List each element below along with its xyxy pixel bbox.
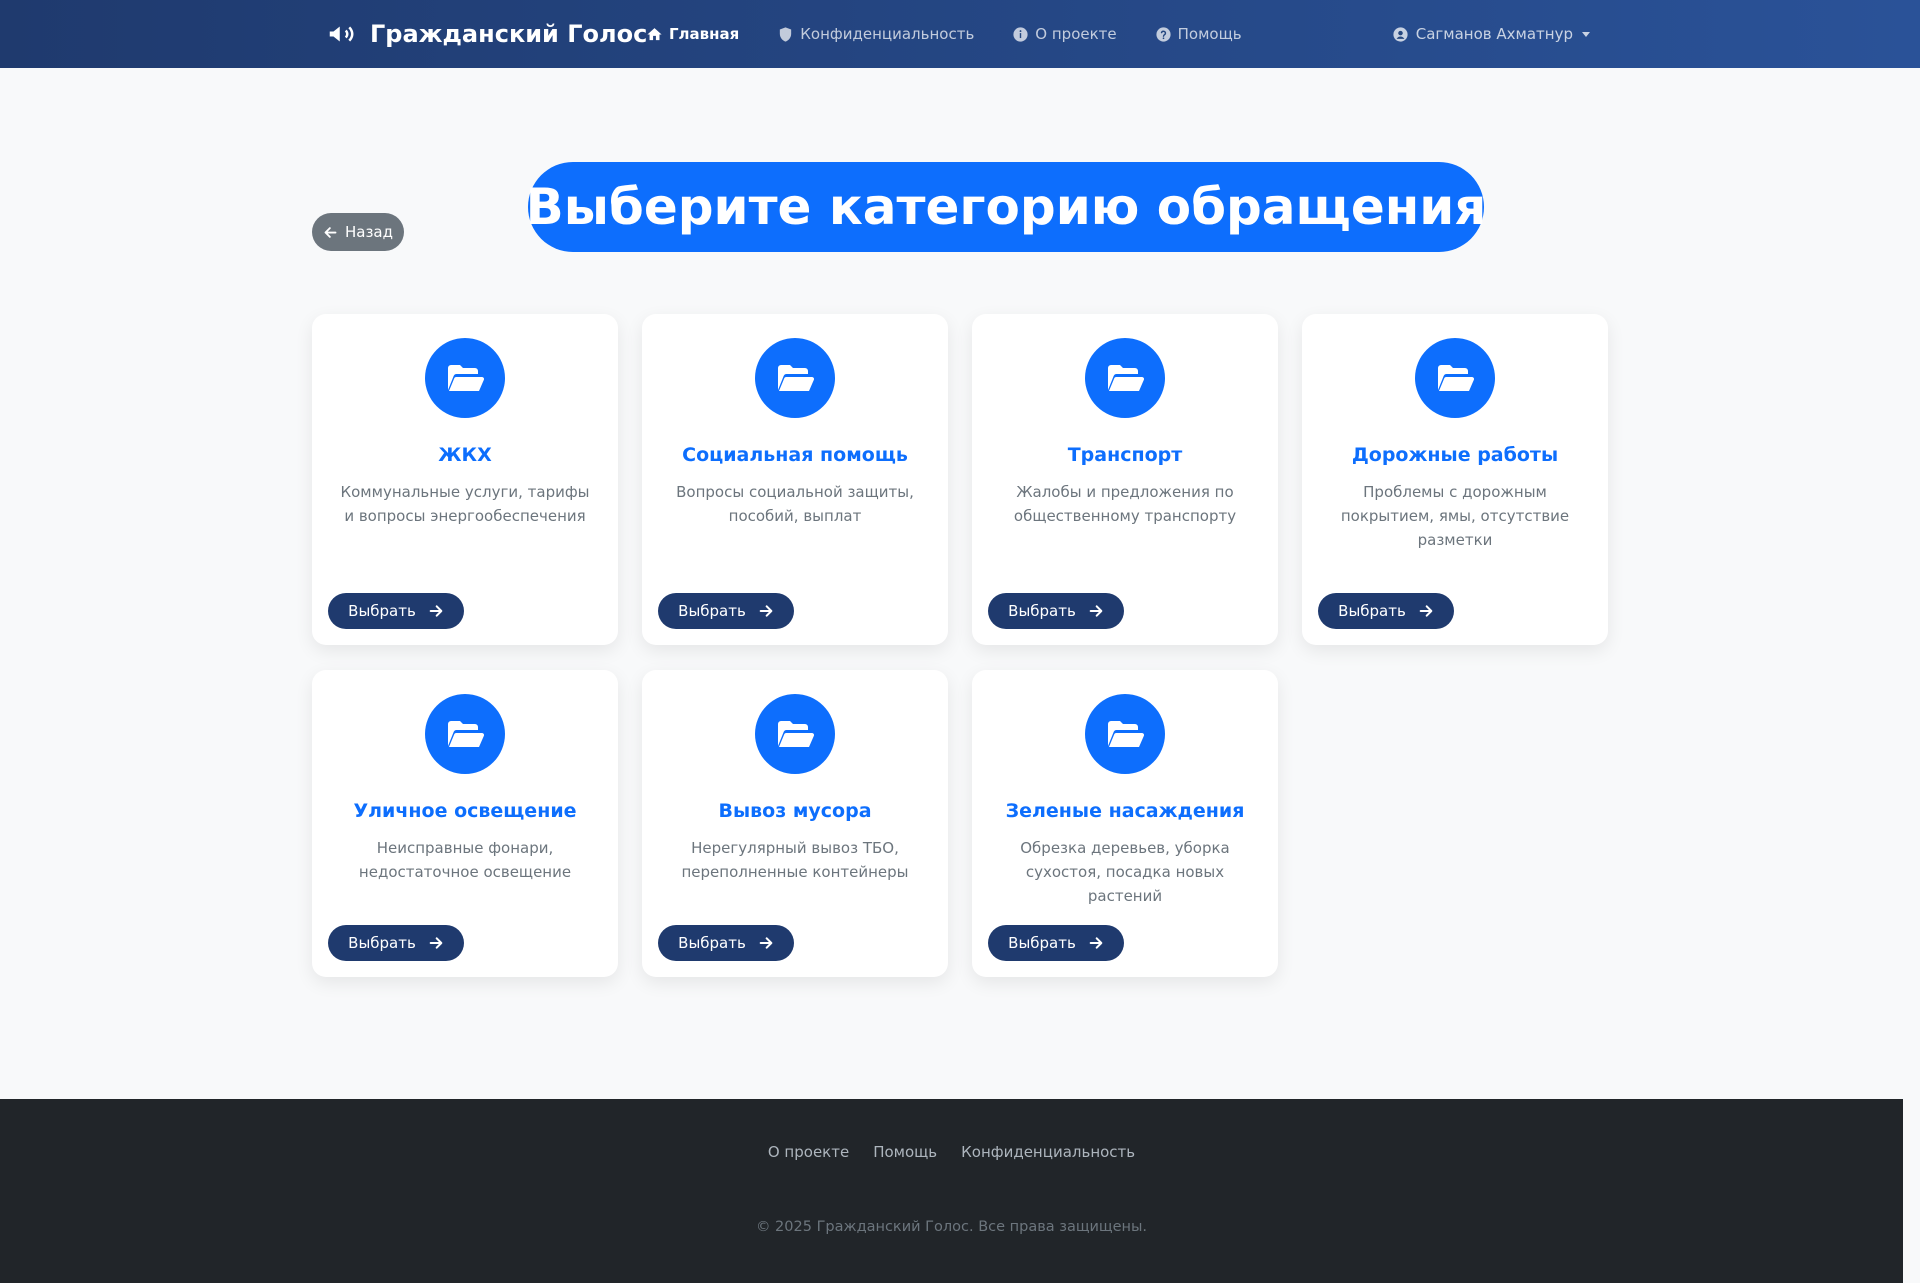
- nav-link-home[interactable]: Главная: [646, 25, 739, 43]
- category-description: Жалобы и предложения по общественному тр…: [1013, 483, 1237, 525]
- folder-open-icon: [755, 694, 835, 774]
- copyright-text: © 2025 Гражданский Голос. Все права защи…: [755, 1219, 1148, 1235]
- select-button[interactable]: Выбрать: [658, 925, 794, 961]
- select-button-label: Выбрать: [1008, 934, 1076, 952]
- select-button[interactable]: Выбрать: [1318, 593, 1454, 629]
- user-menu-toggle[interactable]: Сагманов Ахматнур: [1392, 0, 1590, 68]
- category-title: Зеленые насаждения: [1005, 800, 1245, 822]
- main-nav: Главная Конфиденциальность О проекте Пом…: [646, 0, 1242, 68]
- folder-open-icon: [425, 338, 505, 418]
- category-card-housing[interactable]: ЖКХ Коммунальные услуги, тарифы и вопрос…: [312, 314, 618, 645]
- arrow-right-icon: [1419, 605, 1433, 617]
- category-description: Нерегулярный вывоз ТБО, переполненные ко…: [681, 839, 909, 881]
- category-card-waste[interactable]: Вывоз мусора Нерегулярный вывоз ТБО, пер…: [642, 670, 948, 977]
- user-circle-icon: [1393, 26, 1408, 42]
- category-card-greenery[interactable]: Зеленые насаждения Обрезка деревьев, убо…: [972, 670, 1278, 977]
- megaphone-icon: [329, 26, 354, 42]
- folder-open-icon: [1085, 694, 1165, 774]
- nav-link-privacy[interactable]: Конфиденциальность: [777, 25, 974, 43]
- category-title: ЖКХ: [438, 444, 492, 466]
- select-button-label: Выбрать: [348, 934, 416, 952]
- arrow-right-icon: [429, 605, 443, 617]
- category-description: Вопросы социальной защиты, пособий, выпл…: [676, 483, 914, 525]
- brand-name: Гражданский Голос: [370, 20, 648, 48]
- category-description: Неисправные фонари, недостаточное освеще…: [358, 839, 572, 881]
- caret-down-icon: [1582, 31, 1590, 37]
- category-title: Дорожные работы: [1351, 444, 1559, 466]
- nav-link-label: Главная: [669, 25, 740, 43]
- top-navbar: Гражданский Голос Главная Конфиденциальн…: [0, 0, 1920, 68]
- footer-link-help[interactable]: Помощь: [873, 1143, 937, 1161]
- category-description: Коммунальные услуги, тарифы и вопросы эн…: [340, 483, 590, 525]
- arrow-right-icon: [759, 937, 773, 949]
- category-card-transport[interactable]: Транспорт Жалобы и предложения по общест…: [972, 314, 1278, 645]
- back-button[interactable]: Назад: [312, 213, 404, 251]
- arrow-right-icon: [759, 605, 773, 617]
- nav-link-label: О проекте: [1035, 25, 1117, 43]
- arrow-right-icon: [1089, 937, 1103, 949]
- footer-link-privacy[interactable]: Конфиденциальность: [961, 1143, 1135, 1161]
- user-name: Сагманов Ахматнур: [1415, 25, 1573, 43]
- arrow-left-icon: [324, 226, 337, 238]
- category-description: Проблемы с дорожным покрытием, ямы, отсу…: [1340, 483, 1570, 549]
- info-icon: [1013, 26, 1028, 42]
- folder-open-icon: [1085, 338, 1165, 418]
- category-card-lighting[interactable]: Уличное освещение Неисправные фонари, не…: [312, 670, 618, 977]
- category-card-roadworks[interactable]: Дорожные работы Проблемы с дорожным покр…: [1302, 314, 1608, 645]
- back-button-label: Назад: [344, 223, 393, 241]
- footer-nav: О проекте Помощь Конфиденциальность: [0, 1143, 1903, 1161]
- category-title: Социальная помощь: [682, 444, 908, 466]
- category-description: Обрезка деревьев, уборка сухостоя, посад…: [1020, 839, 1230, 905]
- home-icon: [647, 27, 662, 40]
- shield-icon: [780, 26, 792, 42]
- select-button[interactable]: Выбрать: [328, 925, 464, 961]
- page-title: Выберите категорию обращения: [526, 162, 1486, 252]
- select-button[interactable]: Выбрать: [988, 593, 1124, 629]
- brand-link[interactable]: Гражданский Голос: [326, 0, 647, 68]
- category-card-social[interactable]: Социальная помощь Вопросы социальной защ…: [642, 314, 948, 645]
- category-title: Вывоз мусора: [718, 800, 872, 822]
- select-button[interactable]: Выбрать: [988, 925, 1124, 961]
- select-button-label: Выбрать: [678, 934, 746, 952]
- nav-link-label: Помощь: [1177, 25, 1242, 43]
- nav-link-about[interactable]: О проекте: [1012, 25, 1117, 43]
- folder-open-icon: [1415, 338, 1495, 418]
- nav-link-label: Конфиденциальность: [800, 25, 975, 43]
- category-title: Уличное освещение: [353, 800, 577, 822]
- select-button-label: Выбрать: [678, 602, 746, 620]
- select-button-label: Выбрать: [1338, 602, 1406, 620]
- select-button[interactable]: Выбрать: [658, 593, 794, 629]
- select-button-label: Выбрать: [1008, 602, 1076, 620]
- footer-link-about[interactable]: О проекте: [768, 1143, 849, 1161]
- folder-open-icon: [425, 694, 505, 774]
- folder-open-icon: [755, 338, 835, 418]
- site-footer: О проекте Помощь Конфиденциальность © 20…: [0, 1099, 1903, 1283]
- arrow-right-icon: [1089, 605, 1103, 617]
- select-button[interactable]: Выбрать: [328, 593, 464, 629]
- select-button-label: Выбрать: [348, 602, 416, 620]
- category-title: Транспорт: [1067, 444, 1183, 466]
- nav-link-help[interactable]: Помощь: [1155, 25, 1242, 43]
- question-icon: [1156, 26, 1171, 42]
- arrow-right-icon: [429, 937, 443, 949]
